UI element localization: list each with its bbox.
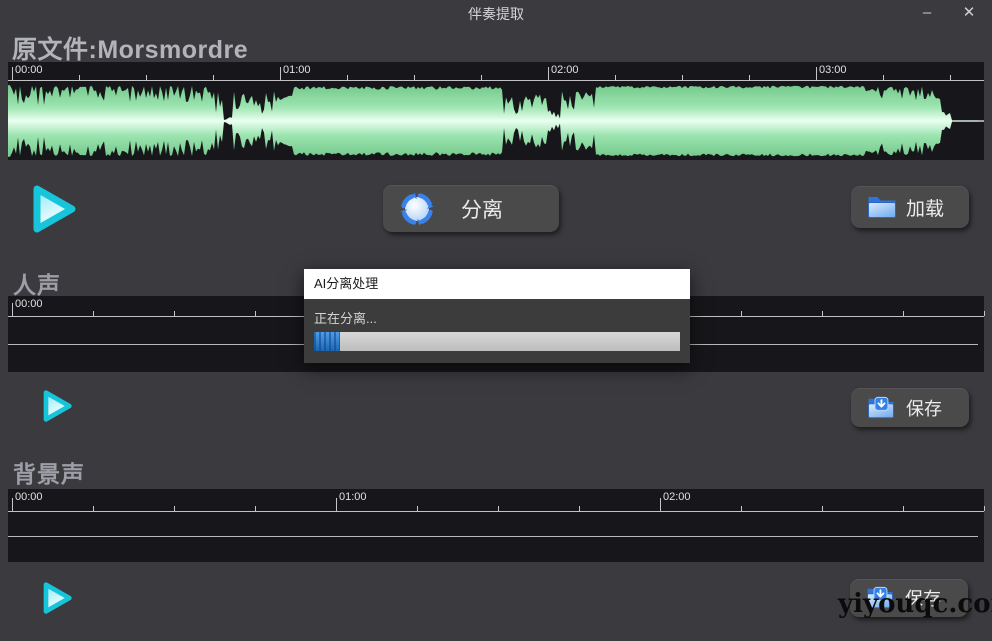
ruler-tick	[174, 311, 175, 316]
ruler-tick	[336, 498, 337, 511]
ruler-time-label: 00:00	[15, 491, 43, 503]
ruler-tick	[12, 498, 13, 511]
ruler-tick	[615, 75, 616, 80]
watermark-text: yiyouqc.com	[838, 589, 992, 619]
close-icon[interactable]: ✕	[952, 2, 986, 24]
ruler-tick	[984, 506, 985, 511]
sync-icon	[399, 191, 435, 227]
load-button-label: 加载	[897, 194, 953, 221]
ruler-tick	[12, 67, 13, 80]
ruler-tick	[822, 506, 823, 511]
separate-button-label: 分离	[435, 194, 543, 224]
ruler-tick	[498, 506, 499, 511]
separate-button[interactable]: 分离	[383, 185, 559, 232]
save-vocal-button-label: 保存	[895, 395, 953, 421]
ruler-tick	[347, 75, 348, 80]
source-timeline-ruler: 00:00 01:00 02:00 03:00	[8, 62, 984, 81]
ruler-tick	[548, 67, 549, 80]
play-source-button[interactable]	[28, 180, 82, 243]
ruler-time-label: 02:00	[551, 64, 579, 76]
ruler-tick	[660, 498, 661, 511]
ai-progress-dialog: AI分离处理 正在分离...	[304, 269, 690, 363]
source-file-label: 原文件:Morsmordre	[12, 30, 248, 66]
window-title: 伴奏提取	[0, 4, 992, 24]
ruler-tick	[950, 75, 951, 80]
background-timeline-ruler: 00:00 01:00 02:00	[8, 489, 984, 512]
ruler-tick	[280, 67, 281, 80]
ruler-tick	[903, 311, 904, 316]
dialog-titlebar: AI分离处理	[304, 269, 690, 299]
ruler-tick	[414, 75, 415, 80]
ruler-time-label: 00:00	[15, 298, 43, 310]
background-zero-line	[8, 536, 978, 537]
background-waveform-panel: 00:00 01:00 02:00	[8, 489, 984, 562]
folder-download-icon	[867, 396, 895, 420]
ruler-tick	[903, 506, 904, 511]
ruler-tick	[579, 506, 580, 511]
progress-fill	[314, 332, 340, 351]
folder-icon	[867, 194, 897, 220]
ruler-time-label: 01:00	[283, 64, 311, 76]
ruler-time-label: 01:00	[339, 491, 367, 503]
play-icon	[40, 578, 76, 618]
dialog-title: AI分离处理	[314, 269, 378, 299]
ruler-tick	[12, 303, 13, 316]
ruler-tick	[741, 311, 742, 316]
ruler-time-label: 03:00	[819, 64, 847, 76]
ruler-tick	[883, 75, 884, 80]
vocal-section-header: 人声	[13, 266, 61, 300]
source-waveform[interactable]	[8, 81, 984, 160]
ruler-tick	[255, 311, 256, 316]
play-icon	[40, 386, 76, 426]
titlebar: 伴奏提取 – ✕	[0, 0, 992, 26]
ruler-tick	[255, 506, 256, 511]
ruler-tick	[984, 311, 985, 316]
ruler-tick	[749, 75, 750, 80]
progress-bar	[314, 332, 680, 351]
ruler-tick	[822, 311, 823, 316]
dialog-message: 正在分离...	[314, 308, 377, 327]
wave-center-highlight	[8, 120, 952, 122]
ruler-time-label: 00:00	[15, 64, 43, 76]
ruler-tick	[816, 67, 817, 80]
background-section-header: 背景声	[13, 455, 85, 489]
ruler-tick	[93, 506, 94, 511]
minimize-icon[interactable]: –	[910, 2, 944, 24]
ruler-tick	[174, 506, 175, 511]
dialog-body: 正在分离...	[304, 299, 690, 363]
source-waveform-panel: 00:00 01:00 02:00 03:00	[8, 62, 984, 160]
ruler-tick	[146, 75, 147, 80]
ruler-tick	[417, 506, 418, 511]
play-background-button[interactable]	[40, 578, 76, 623]
load-button[interactable]: 加载	[851, 186, 969, 228]
ruler-tick	[213, 75, 214, 80]
ruler-tick	[741, 506, 742, 511]
ruler-tick	[79, 75, 80, 80]
play-icon	[28, 180, 82, 238]
ruler-time-label: 02:00	[663, 491, 691, 503]
save-vocal-button[interactable]: 保存	[851, 388, 969, 427]
ruler-tick	[481, 75, 482, 80]
ruler-tick	[682, 75, 683, 80]
play-vocal-button[interactable]	[40, 386, 76, 431]
ruler-tick	[93, 311, 94, 316]
